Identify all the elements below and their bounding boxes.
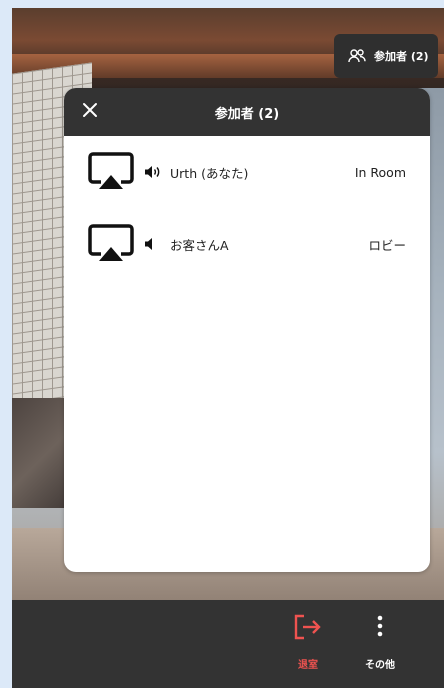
speaker-on-icon	[144, 165, 162, 179]
participant-status: ロビー	[368, 237, 406, 253]
participant-name: お客さんA	[170, 237, 229, 253]
leave-label: 退室	[298, 660, 318, 671]
bottom-toolbar: 退室 その他	[12, 600, 444, 688]
participants-button-label: 参加者 (2)	[374, 50, 429, 63]
participants-button[interactable]: 参加者 (2)	[334, 34, 438, 78]
panel-header: 参加者 (2)	[64, 88, 430, 136]
participants-panel: 参加者 (2) Urth (あなた) In Room お客さんA ロビー	[64, 88, 430, 572]
screen-cast-icon	[88, 151, 134, 193]
more-label: その他	[365, 660, 395, 671]
close-icon	[82, 102, 98, 122]
participant-row: Urth (あなた) In Room	[64, 136, 430, 208]
people-icon	[348, 48, 366, 64]
more-button[interactable]: その他	[350, 614, 410, 684]
screen-cast-icon	[88, 223, 134, 265]
close-button[interactable]	[78, 100, 102, 124]
participant-status: In Room	[354, 164, 406, 180]
participant-row: お客さんA ロビー	[64, 208, 430, 280]
participant-name: Urth (あなた)	[170, 165, 249, 181]
exit-icon	[293, 614, 323, 644]
panel-title: 参加者 (2)	[214, 106, 280, 122]
speaker-icon	[144, 237, 162, 251]
video-background: 参加者 (2) 参加者 (2) Urth (あなた) In Room お客さんA…	[12, 8, 444, 688]
more-vert-icon	[365, 614, 395, 644]
leave-button[interactable]: 退室	[278, 614, 338, 684]
